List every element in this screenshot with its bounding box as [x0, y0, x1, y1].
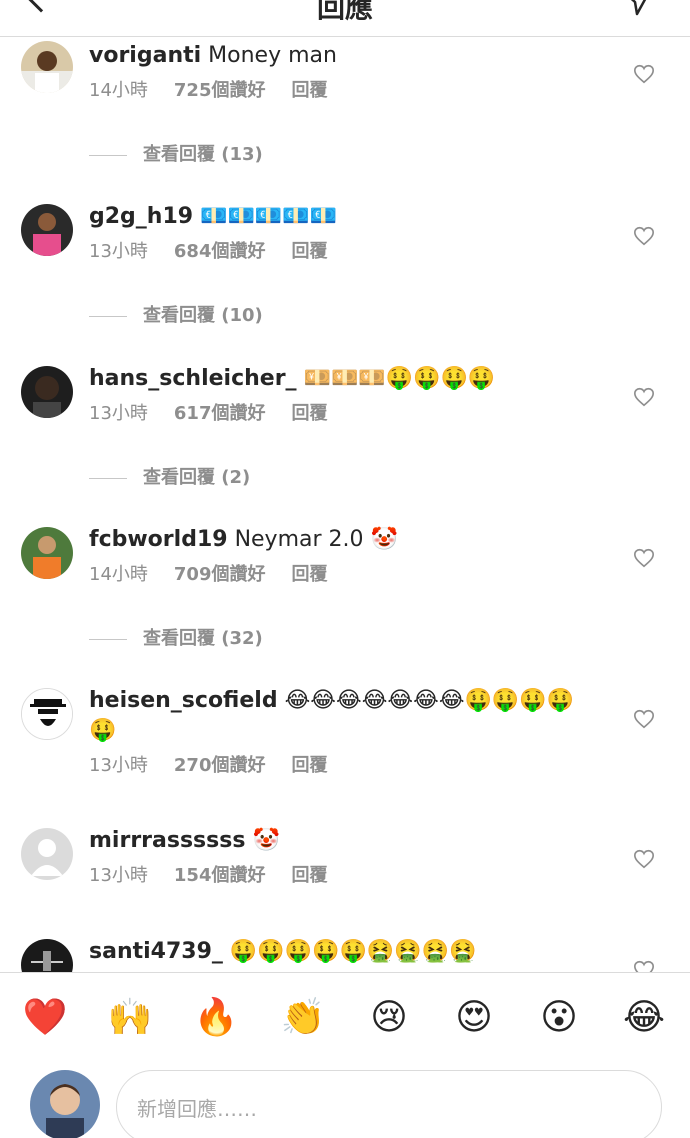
comment-username[interactable]: fcbworld19 [89, 527, 228, 552]
comments-list: voriganti Money man 14小時 725個讚好 回覆 查看回覆 (1… [0, 37, 690, 972]
avatar[interactable] [21, 204, 73, 256]
comment-text: 🤑🤑🤑🤑🤑🤮🤮🤮🤮 [229, 939, 477, 964]
divider [89, 638, 127, 640]
reaction-fire[interactable]: 🔥 [193, 995, 239, 1041]
divider [89, 315, 127, 317]
like-heart-icon[interactable] [633, 225, 655, 247]
comment-username[interactable]: santi4739_ [89, 939, 223, 964]
reaction-clapping[interactable]: 👏 [280, 995, 326, 1041]
comment-username[interactable]: heisen_scofield [89, 688, 278, 713]
comment-username[interactable]: g2g_h19 [89, 204, 193, 229]
comment-time: 14小時 [89, 564, 148, 585]
comment-likes[interactable]: 684個讚好 [174, 241, 266, 262]
like-heart-icon[interactable] [633, 63, 655, 85]
like-heart-icon[interactable] [633, 547, 655, 569]
header-bar: 回應 [0, 0, 690, 37]
like-heart-icon[interactable] [633, 708, 655, 730]
view-replies-label: 查看回覆 (13) [143, 144, 263, 165]
comment-time: 14小時 [89, 80, 148, 101]
avatar[interactable] [21, 527, 73, 579]
reaction-crying[interactable]: 😢 [366, 995, 412, 1041]
comment-input[interactable]: 新增回應…… [116, 1070, 662, 1138]
current-user-avatar [30, 1070, 100, 1138]
comment-time: 13小時 [89, 865, 148, 886]
reply-button[interactable]: 回覆 [291, 403, 327, 424]
send-icon[interactable] [624, 0, 650, 16]
comment-time: 13小時 [89, 755, 148, 776]
avatar[interactable] [21, 939, 73, 972]
avatar[interactable] [21, 688, 73, 740]
comment-username[interactable]: mirrrassssss [89, 828, 245, 853]
reply-button[interactable]: 回覆 [291, 241, 327, 262]
like-heart-icon[interactable] [633, 386, 655, 408]
quick-reactions-bar: ❤️ 🙌 🔥 👏 😢 😍 😮 😂 [0, 972, 690, 1064]
view-replies-button[interactable]: 查看回覆 (13) [89, 143, 263, 167]
comment-input-placeholder: 新增回應…… [137, 1097, 257, 1121]
comment-likes[interactable]: 617個讚好 [174, 403, 266, 424]
view-replies-label: 查看回覆 (32) [143, 628, 263, 649]
avatar[interactable] [21, 828, 73, 880]
comment-likes[interactable]: 270個讚好 [174, 755, 266, 776]
reaction-laughing[interactable]: 😂 [621, 995, 667, 1041]
reaction-heart[interactable]: ❤️ [22, 995, 68, 1041]
comment-time: 13小時 [89, 241, 148, 262]
comment-composer: 新增回應…… [0, 1064, 690, 1138]
comment-text: Money man [208, 43, 337, 68]
comment-likes[interactable]: 709個讚好 [174, 564, 266, 585]
avatar[interactable] [21, 366, 73, 418]
view-replies-button[interactable]: 查看回覆 (10) [89, 304, 263, 328]
comment-likes[interactable]: 725個讚好 [174, 80, 266, 101]
like-heart-icon[interactable] [633, 959, 655, 972]
avatar[interactable] [21, 41, 73, 93]
comment-username[interactable]: voriganti [89, 43, 201, 68]
page-title: 回應 [316, 0, 373, 24]
comment-time: 13小時 [89, 403, 148, 424]
divider [89, 477, 127, 479]
comment-text: 🤡 [252, 828, 280, 853]
reply-button[interactable]: 回覆 [291, 865, 327, 886]
view-replies-label: 查看回覆 (2) [143, 467, 251, 488]
reaction-surprised[interactable]: 😮 [536, 995, 582, 1041]
view-replies-button[interactable]: 查看回覆 (2) [89, 466, 250, 490]
comment-text: Neymar 2.0 🤡 [234, 527, 398, 552]
reply-button[interactable]: 回覆 [291, 755, 327, 776]
reply-button[interactable]: 回覆 [291, 80, 327, 101]
like-heart-icon[interactable] [633, 848, 655, 870]
reaction-raising-hands[interactable]: 🙌 [107, 995, 153, 1041]
comment-username[interactable]: hans_schleicher_ [89, 366, 297, 391]
comment-text: 💴💴💴🤑🤑🤑🤑 [303, 366, 496, 391]
comment-likes[interactable]: 154個讚好 [174, 865, 266, 886]
view-replies-button[interactable]: 查看回覆 (32) [89, 627, 263, 651]
divider [89, 154, 127, 156]
reply-button[interactable]: 回覆 [291, 564, 327, 585]
reaction-heart-eyes[interactable]: 😍 [451, 995, 497, 1041]
comment-text: 💶💶💶💶💶 [200, 204, 338, 229]
view-replies-label: 查看回覆 (10) [143, 305, 263, 326]
